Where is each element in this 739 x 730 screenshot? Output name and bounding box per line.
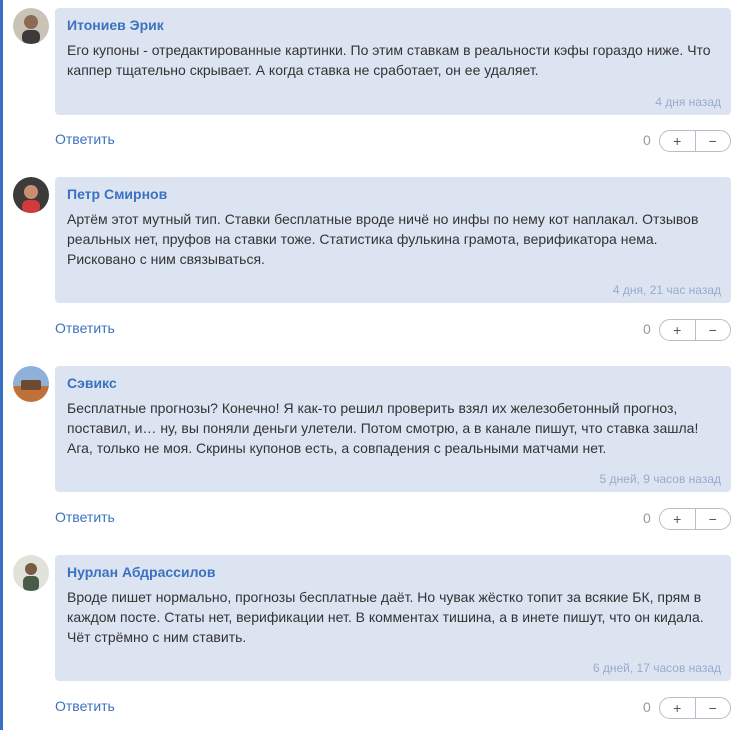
upvote-button[interactable]: +: [660, 509, 695, 529]
vote-buttons: + −: [659, 697, 731, 719]
comment-bubble: Итониев Эрик Его купоны - отредактирован…: [55, 8, 731, 115]
upvote-button[interactable]: +: [660, 131, 695, 151]
comments-list: Итониев Эрик Его купоны - отредактирован…: [0, 0, 739, 730]
comment: Итониев Эрик Его купоны - отредактирован…: [11, 8, 739, 188]
comment-author[interactable]: Нурлан Абдрассилов: [67, 563, 719, 581]
comment-text: Артём этот мутный тип. Ставки бесплатные…: [67, 211, 699, 267]
comment: Сэвикс Бесплатные прогнозы? Конечно! Я к…: [11, 366, 739, 546]
reply-link[interactable]: Ответить: [55, 509, 115, 525]
comment-author[interactable]: Петр Смирнов: [67, 185, 719, 203]
vote-score: 0: [643, 699, 651, 715]
comment: Петр Смирнов Артём этот мутный тип. Став…: [11, 177, 739, 357]
avatar[interactable]: [13, 366, 49, 402]
avatar[interactable]: [13, 555, 49, 591]
vote-controls: 0 + −: [643, 319, 739, 341]
downvote-button[interactable]: −: [694, 509, 731, 529]
comment-author[interactable]: Итониев Эрик: [67, 16, 719, 34]
comment-text: Его купоны - отредактированные картинки.…: [67, 42, 711, 78]
vote-score: 0: [643, 321, 651, 337]
upvote-button[interactable]: +: [660, 320, 695, 340]
reply-link[interactable]: Ответить: [55, 698, 115, 714]
comment-time: 6 дней, 17 часов назад: [592, 661, 721, 675]
vote-buttons: + −: [659, 130, 731, 152]
upvote-button[interactable]: +: [660, 698, 695, 718]
comment-author[interactable]: Сэвикс: [67, 374, 719, 392]
reply-link[interactable]: Ответить: [55, 131, 115, 147]
comment-time: 5 дней, 9 часов назад: [599, 472, 721, 486]
comment: Нурлан Абдрассилов Вроде пишет нормально…: [11, 555, 739, 730]
downvote-button[interactable]: −: [694, 698, 731, 718]
vote-controls: 0 + −: [643, 130, 739, 152]
comment-bubble: Петр Смирнов Артём этот мутный тип. Став…: [55, 177, 731, 303]
vote-score: 0: [643, 510, 651, 526]
vote-buttons: + −: [659, 508, 731, 530]
comment-bubble: Нурлан Абдрассилов Вроде пишет нормально…: [55, 555, 731, 681]
downvote-button[interactable]: −: [694, 131, 731, 151]
downvote-button[interactable]: −: [694, 320, 731, 340]
vote-buttons: + −: [659, 319, 731, 341]
reply-link[interactable]: Ответить: [55, 320, 115, 336]
comment-bubble: Сэвикс Бесплатные прогнозы? Конечно! Я к…: [55, 366, 731, 492]
vote-controls: 0 + −: [643, 508, 739, 530]
comment-time: 4 дня, 21 час назад: [612, 283, 721, 297]
vote-controls: 0 + −: [643, 697, 739, 719]
comment-text: Бесплатные прогнозы? Конечно! Я как-то р…: [67, 400, 699, 456]
vote-score: 0: [643, 132, 651, 148]
comment-text: Вроде пишет нормально, прогнозы бесплатн…: [67, 589, 704, 645]
avatar[interactable]: [13, 8, 49, 44]
comment-time: 4 дня назад: [655, 95, 721, 109]
avatar[interactable]: [13, 177, 49, 213]
